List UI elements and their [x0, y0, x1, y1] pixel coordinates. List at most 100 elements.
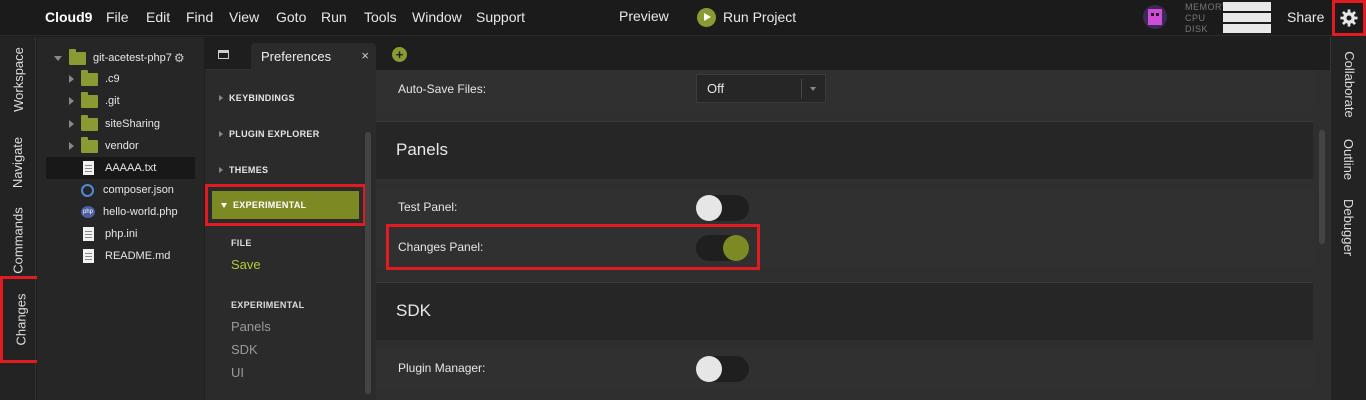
avatar-sprite-icon — [1148, 9, 1162, 25]
tab-workspace-label: Workspace — [10, 46, 26, 112]
menu-support[interactable]: Support — [476, 9, 525, 25]
preferences-tab-bar: Preferences × — [205, 37, 376, 70]
file-icon — [83, 227, 94, 241]
tree-item-composer-json[interactable]: composer.json — [81, 179, 174, 201]
tab-preferences-label: Preferences — [261, 49, 332, 64]
editor-tab-bar: + — [376, 37, 1330, 70]
menu-find[interactable]: Find — [186, 9, 213, 25]
share-button[interactable]: Share — [1287, 9, 1324, 25]
tab-outline[interactable]: Outline — [1331, 132, 1366, 187]
menu-edit[interactable]: Edit — [146, 9, 170, 25]
collapse-icon — [69, 120, 74, 128]
nav-group-experimental: EXPERIMENTAL — [231, 300, 305, 310]
new-tab-plus-icon[interactable]: + — [392, 47, 407, 62]
tab-debugger[interactable]: Debugger — [1331, 192, 1366, 262]
tree-item-label: README.md — [105, 250, 171, 262]
file-tree: git-acetest-php7 ⚙ .c9 .git siteSharing … — [37, 37, 204, 400]
menu-view[interactable]: View — [229, 9, 259, 25]
tab-list-icon[interactable] — [218, 50, 229, 59]
disk-label: DISK — [1185, 23, 1209, 34]
tree-root[interactable]: git-acetest-php7 ⚙ — [54, 47, 185, 69]
test-panel-toggle[interactable] — [696, 195, 749, 221]
tree-item-aaaaa-txt[interactable]: AAAAA.txt — [46, 157, 195, 179]
menu-window[interactable]: Window — [412, 9, 462, 25]
memory-label: MEMORY — [1185, 1, 1229, 12]
tab-outline-label: Outline — [1341, 138, 1357, 181]
tab-workspace[interactable]: Workspace — [0, 39, 36, 119]
user-avatar[interactable] — [1143, 5, 1167, 29]
tree-item-label: php.ini — [105, 228, 138, 240]
tree-item-sitesharing[interactable]: siteSharing — [69, 113, 160, 135]
tab-collaborate[interactable]: Collaborate — [1331, 39, 1366, 129]
menu-goto[interactable]: Goto — [276, 9, 306, 25]
plugin-manager-label: Plugin Manager: — [398, 361, 486, 375]
nav-experimental[interactable]: EXPERIMENTAL — [205, 184, 366, 226]
section-panels-heading: Panels — [396, 140, 448, 159]
tab-changes-label: Changes — [13, 293, 29, 346]
tab-changes[interactable]: Changes — [0, 276, 42, 363]
menu-tools[interactable]: Tools — [364, 9, 397, 25]
nav-keybindings[interactable]: KEYBINDINGS — [219, 93, 295, 103]
run-project-button[interactable]: Run Project — [697, 6, 796, 28]
tab-preferences[interactable]: Preferences × — [251, 43, 376, 70]
resource-meters[interactable]: MEMORY CPU DISK — [1185, 1, 1271, 34]
chevron-down-icon — [221, 202, 227, 208]
section-sdk-heading: SDK — [396, 301, 431, 320]
tab-commands[interactable]: Commands — [0, 202, 36, 278]
autosave-dropdown[interactable]: Off — [696, 74, 826, 103]
changes-panel-highlight — [386, 224, 760, 270]
gear-icon[interactable]: ⚙ — [174, 51, 185, 65]
chevron-right-icon — [219, 131, 223, 137]
tab-navigate-label: Navigate — [10, 136, 26, 188]
tree-item-readme-md[interactable]: README.md — [83, 245, 170, 267]
section-sdk: SDK — [376, 282, 1313, 340]
preferences-gear-button[interactable] — [1332, 0, 1366, 36]
nav-link-sdk[interactable]: SDK — [231, 342, 258, 357]
nav-themes[interactable]: THEMES — [219, 165, 268, 175]
tree-item-label: .git — [105, 95, 120, 107]
cpu-bar — [1223, 13, 1271, 22]
gear-icon — [1340, 9, 1358, 27]
close-icon[interactable]: × — [361, 48, 369, 63]
collapse-icon — [69, 97, 74, 105]
nav-scrollbar[interactable] — [365, 132, 371, 394]
preferences-scrollbar[interactable] — [1319, 130, 1325, 244]
nav-plugin-explorer[interactable]: PLUGIN EXPLORER — [219, 129, 320, 139]
plugin-manager-row: Plugin Manager: — [376, 349, 1316, 389]
autosave-row: Auto-Save Files: Off — [376, 70, 1316, 110]
tree-item-label: vendor — [105, 140, 139, 152]
tree-item-php-ini[interactable]: php.ini — [83, 223, 137, 245]
nav-experimental-label: EXPERIMENTAL — [233, 200, 307, 210]
autosave-label: Auto-Save Files: — [398, 82, 487, 96]
nav-link-ui[interactable]: UI — [231, 365, 244, 380]
plugin-manager-toggle[interactable] — [696, 356, 749, 382]
menu-file[interactable]: File — [106, 9, 129, 25]
chevron-right-icon — [219, 95, 223, 101]
toggle-knob — [696, 356, 722, 382]
nav-link-panels[interactable]: Panels — [231, 319, 271, 334]
tree-item-label: AAAAA.txt — [105, 162, 157, 174]
play-icon — [697, 7, 716, 27]
nav-themes-label: THEMES — [229, 165, 269, 175]
folder-icon — [69, 48, 86, 65]
tree-item-hello-world-php[interactable]: php hello-world.php — [81, 201, 178, 223]
tree-item-git[interactable]: .git — [69, 90, 120, 112]
tab-debugger-label: Debugger — [1341, 198, 1357, 256]
nav-link-save[interactable]: Save — [231, 257, 261, 272]
preferences-nav: KEYBINDINGS PLUGIN EXPLORER THEMES EXPER… — [205, 70, 376, 400]
menu-run[interactable]: Run — [321, 9, 347, 25]
expand-icon — [54, 55, 62, 61]
tree-item-vendor[interactable]: vendor — [69, 135, 139, 157]
preferences-content: Auto-Save Files: Off Panels Test Panel: … — [376, 70, 1330, 400]
chevron-right-icon — [219, 167, 223, 173]
tree-item-label: composer.json — [103, 184, 174, 196]
autosave-value: Off — [707, 81, 725, 96]
cpu-label: CPU — [1185, 12, 1206, 23]
tree-item-c9[interactable]: .c9 — [69, 68, 120, 90]
preview-button[interactable]: Preview — [619, 8, 669, 24]
tree-item-label: hello-world.php — [103, 206, 178, 218]
tab-navigate[interactable]: Navigate — [0, 127, 36, 197]
brand-menu[interactable]: Cloud9 — [45, 9, 92, 25]
file-icon — [83, 161, 94, 175]
php-file-icon: php — [81, 206, 95, 218]
